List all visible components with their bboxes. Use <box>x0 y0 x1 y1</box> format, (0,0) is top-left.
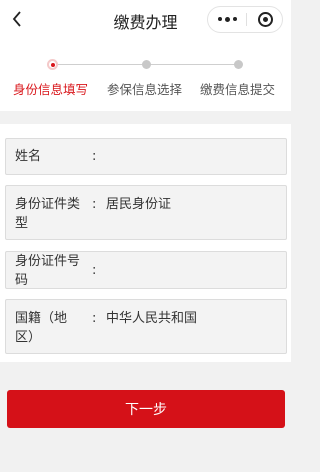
mini-program-capsule <box>207 6 283 33</box>
target-icon <box>257 12 273 27</box>
name-field[interactable]: 姓名 : <box>5 138 287 175</box>
id-type-value: 居民身份证 <box>106 197 172 212</box>
id-number-label: 身份证件号码 <box>15 254 81 288</box>
progress-steps: 身份信息填写 参保信息选择 缴费信息提交 <box>0 40 291 111</box>
step-1-indicator <box>47 59 58 70</box>
id-type-label: 身份证件类型 <box>15 197 81 231</box>
id-number-field[interactable]: 身份证件号码 : <box>5 251 287 289</box>
step-connector <box>150 64 238 65</box>
close-mini-program-button[interactable] <box>247 7 283 32</box>
next-step-button[interactable]: 下一步 <box>7 390 285 428</box>
field-colon: : <box>92 197 97 212</box>
step-1-label: 身份信息填写 <box>13 82 89 97</box>
nationality-label: 国籍（地区） <box>15 311 68 345</box>
id-type-field[interactable]: 身份证件类型 : 居民身份证 <box>5 185 287 240</box>
field-colon: : <box>92 263 97 278</box>
step-connector <box>58 64 146 65</box>
name-label: 姓名 <box>15 149 42 164</box>
step-2-indicator <box>142 60 151 69</box>
field-colon: : <box>92 149 97 164</box>
step-3-indicator <box>234 60 243 69</box>
step-2-label: 参保信息选择 <box>107 82 183 97</box>
navbar: 缴费办理 <box>0 0 291 40</box>
more-button[interactable] <box>208 7 246 32</box>
back-button[interactable] <box>6 6 28 32</box>
identity-form: 姓名 : 身份证件类型 : 居民身份证 身份证件号码 : 国籍（地区） : 中华… <box>0 124 291 362</box>
step-3-label: 缴费信息提交 <box>200 82 276 97</box>
more-dots-icon <box>217 16 237 22</box>
nationality-value: 中华人民共和国 <box>106 311 198 326</box>
chevron-left-icon <box>12 11 21 27</box>
field-colon: : <box>92 311 97 326</box>
nationality-field[interactable]: 国籍（地区） : 中华人民共和国 <box>5 299 287 354</box>
